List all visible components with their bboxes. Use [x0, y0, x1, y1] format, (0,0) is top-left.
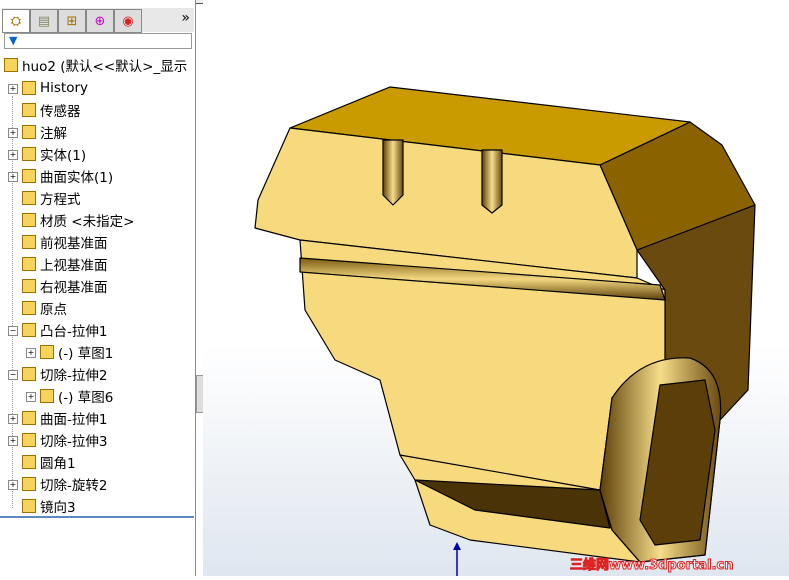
expand-toggle[interactable]: + [8, 436, 18, 446]
tree-item-label: 方程式 [40, 192, 81, 208]
tree-item-label: 传感器 [40, 104, 81, 120]
feature-icon [22, 411, 36, 425]
tree-item-label: 镜向3 [40, 500, 76, 516]
tree-item[interactable]: 切除-拉伸3 [22, 430, 107, 450]
tree-item[interactable]: 曲面-拉伸1 [22, 408, 107, 428]
panel-divider [0, 516, 194, 518]
feature-icon [40, 389, 54, 403]
tree-item-label: 切除-拉伸3 [40, 434, 108, 450]
pin-1 [382, 139, 404, 206]
feature-icon [40, 345, 54, 359]
tree-item-label: History [40, 80, 89, 96]
tree-item[interactable]: History [22, 78, 88, 98]
watermark: 三维网www.3dportal.cn [569, 558, 734, 574]
crosshair-icon: ⊕ [94, 13, 106, 29]
expand-toggle[interactable]: − [8, 370, 18, 380]
tree-item-label: 右视基准面 [40, 280, 108, 296]
tab-dimxpert[interactable]: ⊕ [86, 9, 114, 33]
tree-item-label: 前视基准面 [40, 236, 108, 252]
feature-icon [22, 235, 36, 249]
tree-item[interactable]: 右视基准面 [22, 276, 108, 296]
feature-icon [22, 279, 36, 293]
feature-icon [22, 103, 36, 117]
expand-toggle[interactable]: + [8, 84, 18, 94]
tree-item[interactable]: 前视基准面 [22, 232, 108, 252]
tree-item[interactable]: 切除-拉伸2 [22, 364, 107, 384]
tree-item-label: 注解 [40, 126, 67, 142]
tree-item-label: 材质 <未指定> [40, 214, 135, 230]
feature-icon [22, 213, 36, 227]
tree-item-label: 圆角1 [40, 456, 76, 472]
feature-icon [22, 257, 36, 271]
feature-icon [22, 301, 36, 315]
tree-item-label: 上视基准面 [40, 258, 108, 274]
tree-item[interactable]: 传感器 [22, 100, 81, 120]
feature-icon [22, 125, 36, 139]
tab-property-manager[interactable]: ▤ [30, 9, 58, 33]
feature-icon [22, 191, 36, 205]
feature-icon [22, 81, 36, 95]
graphics-viewport[interactable] [203, 0, 789, 576]
expand-toggle[interactable]: + [8, 128, 18, 138]
tree-item[interactable]: (-) 草图1 [40, 342, 113, 362]
more-tabs-button[interactable]: » [181, 10, 190, 26]
feature-icon [22, 433, 36, 447]
filter-input[interactable]: ▼ [4, 33, 192, 49]
property-icon: ▤ [37, 13, 51, 29]
tree-item-label: (-) 草图6 [58, 390, 114, 406]
model-view [254, 86, 756, 576]
tree-item-label: 切除-旋转2 [40, 478, 108, 494]
feature-icon [22, 367, 36, 381]
tree-item[interactable]: (-) 草图6 [40, 386, 113, 406]
feature-icon [22, 323, 36, 337]
tree-item[interactable]: 方程式 [22, 188, 81, 208]
tab-feature-manager[interactable]: ⛭ [2, 9, 30, 33]
feature-icon [22, 477, 36, 491]
tree-item[interactable]: 上视基准面 [22, 254, 108, 274]
feature-manager-panel: ⛭ ▤ ⊞ ⊕ ◉ » ▼ huo2 (默认<<默认>_显示 + History 传感器 + 注解… [0, 0, 196, 576]
tree-item-label: 凸台-拉伸1 [40, 324, 108, 340]
pin-2 [481, 149, 503, 214]
tree-item-label: 实体(1) [40, 148, 87, 164]
tree-item[interactable]: 实体(1) [22, 144, 86, 164]
expand-toggle[interactable]: + [26, 348, 36, 358]
tree-item-label: 曲面实体(1) [40, 170, 114, 186]
tree-item-label: 原点 [40, 302, 67, 318]
feature-tree-icon: ⛭ [10, 13, 22, 29]
tree-root[interactable]: huo2 (默认<<默认>_显示 [4, 55, 187, 75]
tree-item[interactable]: 切除-旋转2 [22, 474, 107, 494]
panel-tabs: ⛭ ▤ ⊞ ⊕ ◉ » [2, 8, 194, 33]
part-icon [4, 58, 18, 72]
expand-toggle[interactable]: + [8, 414, 18, 424]
tree-item-label: 切除-拉伸2 [40, 368, 108, 384]
feature-icon [22, 169, 36, 183]
tree-item[interactable]: 材质 <未指定> [22, 210, 134, 230]
filter-icon: ▼ [9, 34, 18, 47]
tree-item[interactable]: 注解 [22, 122, 67, 142]
expand-toggle[interactable]: + [8, 480, 18, 490]
tree-item[interactable]: 圆角1 [22, 452, 76, 472]
feature-icon [22, 455, 36, 469]
expand-toggle[interactable]: + [26, 392, 36, 402]
expand-toggle[interactable]: + [8, 150, 18, 160]
expand-toggle[interactable]: − [8, 326, 18, 336]
feature-icon [22, 499, 36, 513]
axis-arrow [453, 542, 461, 550]
tree-item[interactable]: 曲面实体(1) [22, 166, 113, 186]
tree-item-label: (-) 草图1 [58, 346, 114, 362]
root-label: huo2 (默认<<默认>_显示 [22, 59, 188, 75]
feature-icon [22, 147, 36, 161]
configuration-icon: ⊞ [66, 13, 78, 29]
tree-item[interactable]: 镜向3 [22, 496, 76, 516]
tree-item-label: 曲面-拉伸1 [40, 412, 108, 428]
appearance-icon: ◉ [122, 13, 134, 29]
tab-display-manager[interactable]: ◉ [114, 9, 142, 33]
tree-item[interactable]: 凸台-拉伸1 [22, 320, 107, 340]
tab-configuration-manager[interactable]: ⊞ [58, 9, 86, 33]
expand-toggle[interactable]: + [8, 172, 18, 182]
tree-item[interactable]: 原点 [22, 298, 67, 318]
